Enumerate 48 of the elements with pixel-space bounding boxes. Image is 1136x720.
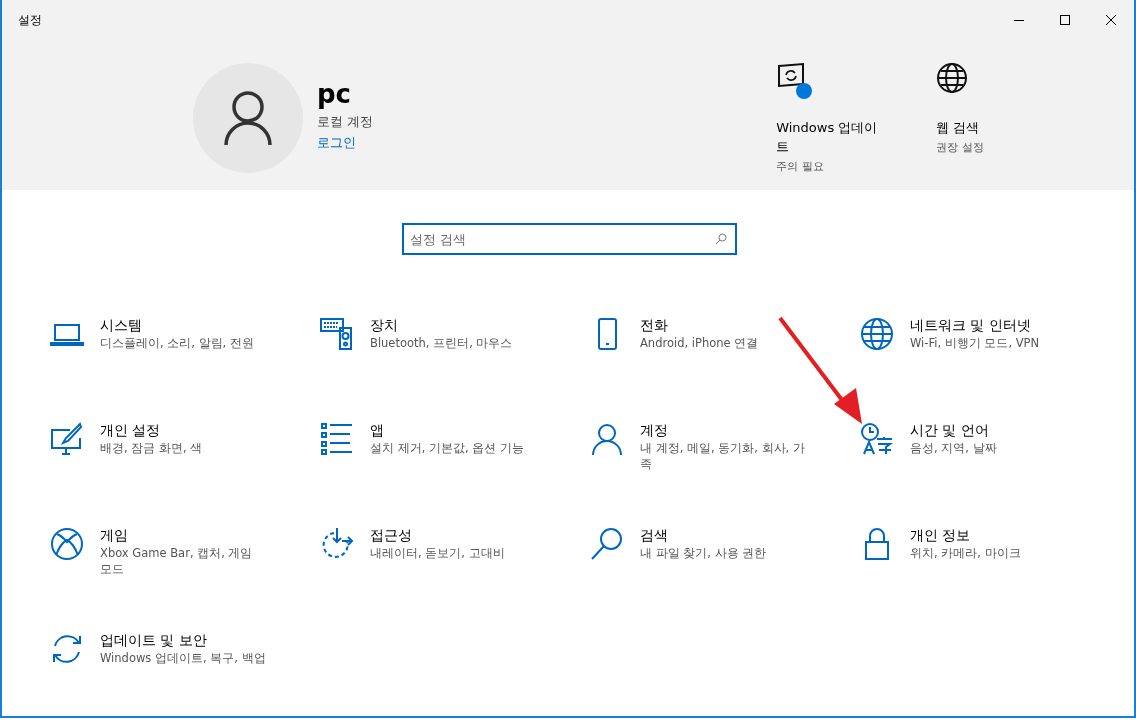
close-icon: [1106, 15, 1116, 25]
category-title[interactable]: 장치: [370, 315, 398, 335]
category-description: 설치 제거, 기본값, 옵션 기능: [370, 440, 524, 456]
category-title[interactable]: 앱: [370, 420, 384, 440]
category-title[interactable]: 계정: [640, 420, 668, 440]
shortcut-status: 주의 필요: [776, 159, 825, 174]
account-type: 로컬 계정: [317, 113, 374, 131]
category-description: 배경, 잠금 화면, 색: [100, 440, 203, 456]
category-title[interactable]: 시간 및 언어: [910, 420, 989, 440]
category-description: 내 계정, 메일, 동기화, 회사, 가족: [640, 440, 806, 472]
category-description: Wi-Fi, 비행기 모드, VPN: [910, 335, 1040, 351]
category-title[interactable]: 개인 설정: [100, 420, 161, 440]
category-description: Windows 업데이트, 복구, 백업: [100, 650, 266, 666]
category-description: 디스플레이, 소리, 알림, 전원: [100, 335, 254, 351]
category-description: Xbox Game Bar, 캡처, 게임 모드: [100, 545, 254, 577]
sign-in-link[interactable]: 로그인: [317, 134, 356, 152]
clock-letter-icon[interactable]: [860, 422, 894, 456]
category-title[interactable]: 게임: [100, 525, 128, 545]
category-description: 음성, 지역, 날짜: [910, 440, 997, 456]
shortcut-title[interactable]: Windows 업데이트: [776, 118, 889, 156]
category-title[interactable]: 업데이트 및 보안: [100, 630, 207, 650]
account-name: pc: [317, 79, 352, 109]
category-description: Android, iPhone 연결: [640, 335, 759, 351]
accessibility-icon[interactable]: [320, 527, 354, 561]
category-title[interactable]: 개인 정보: [910, 525, 971, 545]
sync-icon[interactable]: [50, 632, 84, 666]
search-field[interactable]: 설정 검색: [401, 223, 737, 255]
person-icon[interactable]: [590, 422, 624, 456]
category-title[interactable]: 접근성: [370, 525, 412, 545]
search-icon: [714, 233, 727, 245]
category-title[interactable]: 시스템: [100, 315, 142, 335]
category-description: 위치, 카메라, 마이크: [910, 545, 1021, 561]
category-description: Bluetooth, 프린터, 마우스: [370, 335, 513, 351]
maximize-icon: [1060, 15, 1070, 25]
search-icon[interactable]: [590, 527, 624, 561]
category-title[interactable]: 전화: [640, 315, 668, 335]
paintbrush-monitor-icon[interactable]: [50, 422, 84, 456]
shortcut-status: 권장 설정: [936, 140, 985, 155]
list-icon[interactable]: [320, 422, 354, 456]
category-description: 내레이터, 돋보기, 고대비: [370, 545, 505, 561]
category-title[interactable]: 검색: [640, 525, 668, 545]
category-description: 내 파일 찾기, 사용 권한: [640, 545, 767, 561]
alert-dot: [796, 83, 813, 99]
shortcut-title[interactable]: 웹 검색: [936, 118, 1049, 137]
xbox-icon[interactable]: [50, 527, 84, 561]
keyboard-speaker-icon[interactable]: [320, 317, 354, 351]
window-title: 설정: [18, 11, 42, 29]
category-title[interactable]: 네트워크 및 인터넷: [910, 315, 1031, 335]
